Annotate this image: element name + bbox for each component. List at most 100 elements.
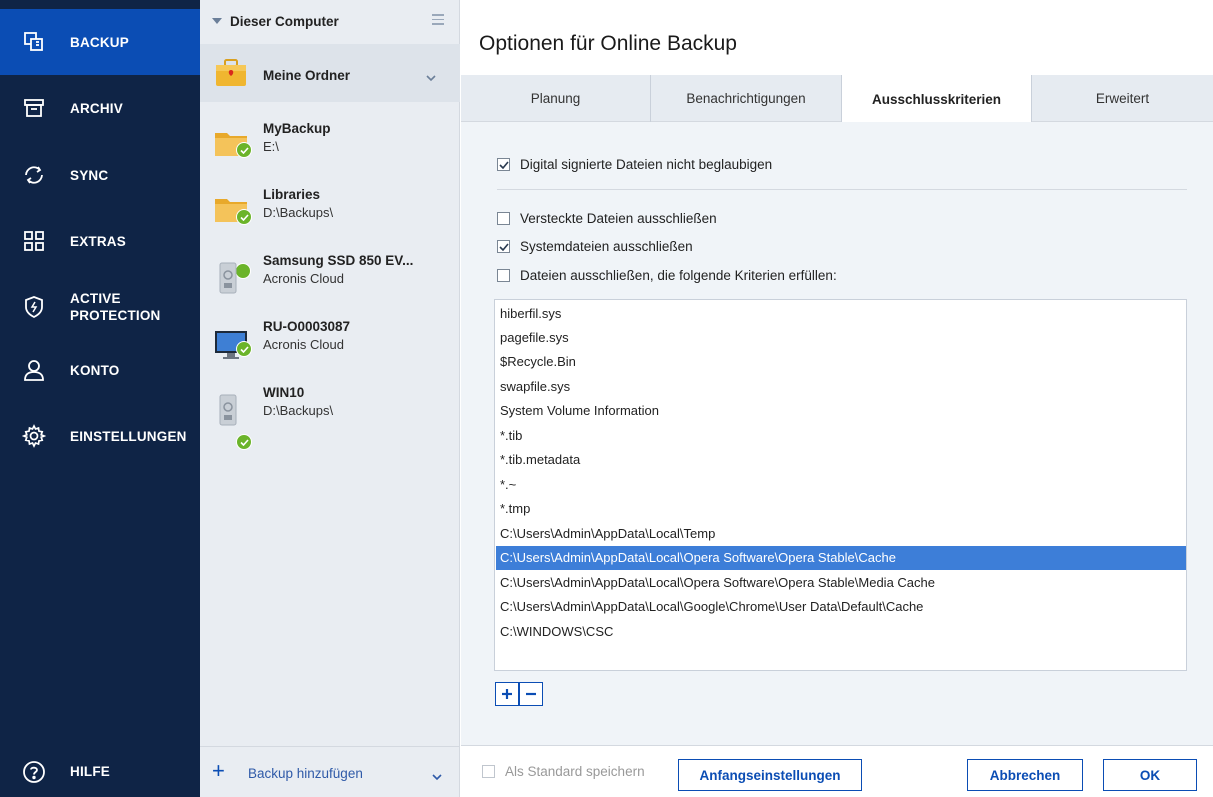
option-criteria-files[interactable]: Dateien ausschließen, die folgende Krite…: [497, 268, 837, 283]
nav-label-backup: BACKUP: [70, 34, 129, 50]
menu-icon[interactable]: [432, 14, 444, 25]
briefcase-icon: [214, 58, 248, 91]
list-item[interactable]: C:\Users\Admin\AppData\Local\Opera Softw…: [496, 571, 1186, 595]
dialog-footer: Als Standard speichern Anfangseinstellun…: [461, 745, 1213, 797]
nav-label-sync: SYNC: [70, 167, 109, 183]
status-ok-icon: [236, 341, 252, 357]
shield-icon: [22, 295, 46, 319]
status-ok-icon: [236, 434, 252, 450]
tab-ausschlusskriterien[interactable]: Ausschlusskriterien: [842, 75, 1032, 123]
backup-item-name: WIN10: [263, 385, 305, 400]
checkbox-checked[interactable]: [497, 240, 510, 253]
add-exclusion-button[interactable]: [495, 682, 519, 706]
option-digital-signed[interactable]: Digital signierte Dateien nicht beglaubi…: [497, 157, 772, 172]
option-hidden-files[interactable]: Versteckte Dateien ausschließen: [497, 211, 717, 226]
collapse-caret-icon[interactable]: [212, 18, 222, 24]
save-as-default-label: Als Standard speichern: [505, 764, 645, 779]
list-item[interactable]: *.tmp: [496, 497, 1186, 521]
main-navigation: BACKUP ARCHIV SYNC EXTRAS ACTIVE PROTECT…: [0, 0, 200, 797]
option-label: Versteckte Dateien ausschließen: [520, 211, 717, 226]
nav-label-hilfe: HILFE: [70, 764, 110, 779]
add-backup-label: Backup hinzufügen: [248, 766, 363, 781]
options-panel: Optionen für Online Backup Planung Benac…: [461, 0, 1213, 797]
help-icon: [22, 760, 46, 784]
nav-item-einstellungen[interactable]: EINSTELLUNGEN: [0, 403, 200, 469]
backup-item-name: RU-O0003087: [263, 319, 351, 334]
nav-label-active-protection: ACTIVE PROTECTION: [70, 290, 161, 324]
backup-item-destination: Acronis Cloud: [263, 337, 344, 352]
nav-label-konto: KONTO: [70, 362, 120, 378]
extras-grid-icon: [22, 229, 46, 253]
backup-item-name: MyBackup: [263, 121, 331, 136]
backup-item-destination: Acronis Cloud: [263, 271, 344, 286]
nav-item-konto[interactable]: KONTO: [0, 337, 200, 403]
option-label: Systemdateien ausschließen: [520, 239, 693, 254]
checkbox-unchecked[interactable]: [482, 765, 495, 778]
my-folders-group[interactable]: Meine Ordner: [200, 44, 460, 102]
tab-planung[interactable]: Planung: [461, 75, 651, 122]
nav-label-einstellungen: EINSTELLUNGEN: [70, 428, 187, 444]
checkbox-unchecked[interactable]: [497, 212, 510, 225]
list-item-selected[interactable]: C:\Users\Admin\AppData\Local\Opera Softw…: [496, 546, 1186, 570]
archive-icon: [22, 96, 46, 120]
drive-icon: [214, 261, 252, 299]
list-item[interactable]: C:\WINDOWS\CSC: [496, 620, 1186, 644]
tab-benachrichtigungen[interactable]: Benachrichtigungen: [651, 75, 842, 122]
list-item[interactable]: *.~: [496, 473, 1186, 497]
exclusions-content: Digital signierte Dateien nicht beglaubi…: [461, 122, 1213, 745]
option-label: Dateien ausschließen, die folgende Krite…: [520, 268, 837, 283]
nav-label-active: ACTIVE: [70, 291, 121, 306]
nav-label-extras: EXTRAS: [70, 233, 126, 249]
page-title: Optionen für Online Backup: [479, 32, 737, 55]
remove-exclusion-button[interactable]: [519, 682, 543, 706]
backup-list-panel: Dieser Computer Meine Ordner MyBackup E:…: [200, 0, 460, 797]
list-item[interactable]: C:\Users\Admin\AppData\Local\Google\Chro…: [496, 595, 1186, 619]
user-icon: [22, 358, 46, 382]
checkbox-unchecked[interactable]: [497, 269, 510, 282]
list-item[interactable]: $Recycle.Bin: [496, 350, 1186, 374]
list-item[interactable]: System Volume Information: [496, 399, 1186, 423]
backup-icon: [22, 30, 46, 54]
plus-icon: +: [212, 758, 225, 783]
status-ok-icon: [236, 142, 252, 158]
backup-item-destination: E:\: [263, 139, 279, 154]
drive-icon: [214, 393, 252, 431]
checkbox-checked[interactable]: [497, 158, 510, 171]
nav-item-archiv[interactable]: ARCHIV: [0, 75, 200, 141]
nav-item-active-protection[interactable]: ACTIVE PROTECTION: [0, 274, 200, 340]
options-tabs: Planung Benachrichtigungen Ausschlusskri…: [461, 75, 1213, 123]
backup-source-header[interactable]: Dieser Computer: [200, 0, 460, 44]
nav-item-backup[interactable]: BACKUP: [0, 9, 200, 75]
divider: [497, 189, 1187, 190]
exclusion-list[interactable]: hiberfil.sys pagefile.sys $Recycle.Bin s…: [494, 299, 1187, 671]
list-item[interactable]: C:\Users\Admin\AppData\Local\Temp: [496, 522, 1186, 546]
backup-item-name: Samsung SSD 850 EV...: [263, 253, 414, 268]
list-item[interactable]: pagefile.sys: [496, 326, 1186, 350]
backup-item-destination: D:\Backups\: [263, 403, 334, 418]
ok-button[interactable]: OK: [1103, 759, 1197, 791]
nav-item-sync[interactable]: SYNC: [0, 142, 200, 208]
chevron-down-icon[interactable]: [426, 70, 436, 85]
nav-label-protection: PROTECTION: [70, 308, 161, 323]
list-item[interactable]: *.tib.metadata: [496, 448, 1186, 472]
nav-item-hilfe[interactable]: HILFE: [0, 746, 200, 797]
tab-erweitert[interactable]: Erweitert: [1032, 75, 1213, 122]
nav-item-extras[interactable]: EXTRAS: [0, 208, 200, 274]
nav-label-archiv: ARCHIV: [70, 100, 123, 116]
option-system-files[interactable]: Systemdateien ausschließen: [497, 239, 693, 254]
chevron-down-icon[interactable]: [432, 769, 442, 784]
sync-icon: [22, 163, 46, 187]
save-as-default-option[interactable]: Als Standard speichern: [482, 764, 645, 779]
source-title: Dieser Computer: [230, 14, 339, 29]
backup-item-destination: D:\Backups\: [263, 205, 334, 220]
list-item[interactable]: swapfile.sys: [496, 375, 1186, 399]
add-backup-button[interactable]: + Backup hinzufügen: [200, 746, 460, 797]
option-label: Digital signierte Dateien nicht beglaubi…: [520, 157, 773, 172]
list-item[interactable]: hiberfil.sys: [496, 302, 1186, 326]
status-ok-icon: [236, 209, 252, 225]
list-item[interactable]: *.tib: [496, 424, 1186, 448]
reset-defaults-button[interactable]: Anfangseinstellungen: [678, 759, 862, 791]
cancel-button[interactable]: Abbrechen: [967, 759, 1083, 791]
my-folders-label: Meine Ordner: [263, 68, 351, 83]
backup-item-samsung-ssd[interactable]: Samsung SSD 850 EV... Acronis Cloud: [200, 253, 460, 319]
